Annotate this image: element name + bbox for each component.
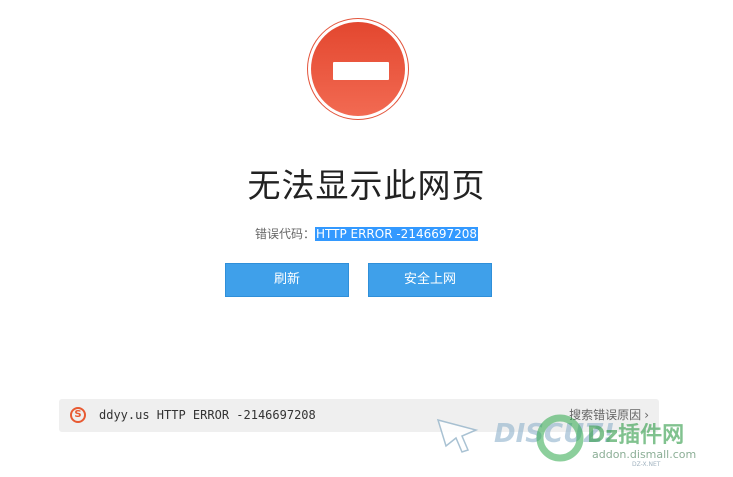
page-title: 无法显示此网页 (247, 166, 486, 205)
sogou-search-icon: S (70, 407, 86, 423)
safe-browse-button[interactable]: 安全上网 (368, 263, 492, 297)
refresh-button[interactable]: 刷新 (225, 263, 349, 297)
search-suggestion-bar: S ddyy.us HTTP ERROR -2146697208 搜索错误原因 › (59, 399, 659, 432)
watermark-url: addon.dismall.com (592, 448, 696, 461)
watermark-sub: DZ-X.NET (632, 461, 661, 468)
search-error-cause-label: 搜索错误原因 (569, 408, 642, 422)
stop-icon (308, 19, 408, 119)
error-summary-text: ddyy.us HTTP ERROR -2146697208 (99, 408, 316, 422)
stop-icon-circle (311, 22, 405, 116)
error-page: 无法显示此网页 错误代码：HTTP ERROR -2146697208 刷新 安… (0, 0, 733, 477)
chevron-right-icon: › (644, 408, 649, 422)
error-code-line: 错误代码：HTTP ERROR -2146697208 (0, 226, 733, 242)
error-code-label: 错误代码： (254, 227, 315, 241)
stop-icon-bar (333, 62, 389, 80)
error-code-value[interactable]: HTTP ERROR -2146697208 (314, 227, 479, 241)
search-error-cause-link[interactable]: 搜索错误原因 › (569, 407, 649, 423)
